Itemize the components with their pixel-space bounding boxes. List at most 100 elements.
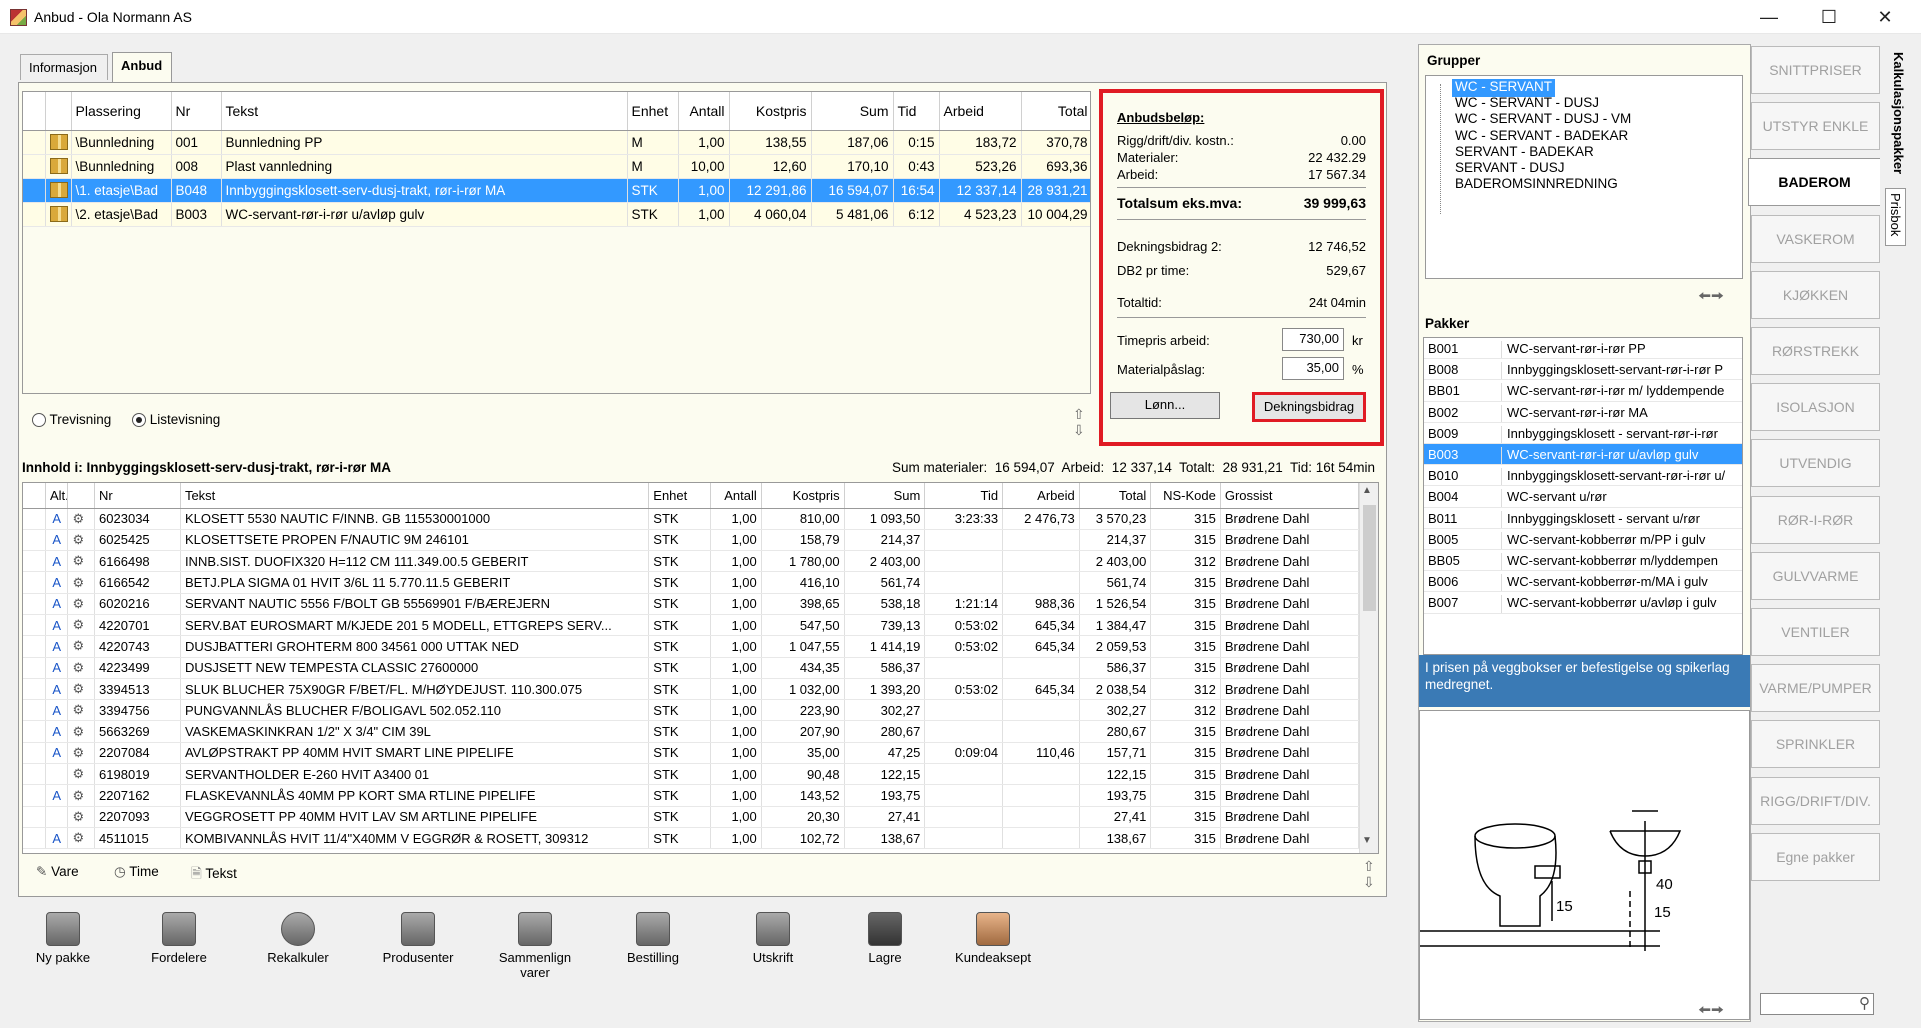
row-handle[interactable] [23,806,46,828]
content-row[interactable]: A ⚙ 6025425 KLOSETTSETE PROPEN F/NAUTIC 9M … [23,529,1360,552]
content-row[interactable]: A ⚙ 6166498 INNB.SIST. DUOFIX320 H=112 CM 1… [23,550,1360,573]
pakke-row[interactable]: B008 Innbyggingsklosett-servant-rør-i-rør… [1424,359,1742,381]
row-handle[interactable] [23,202,46,227]
col-header[interactable]: Sum [844,483,926,509]
anbud-row[interactable]: \2. etasje\Bad B003 WC-servant-rør-i-rør u… [23,202,1090,227]
category-tab[interactable]: RØRSTREKK [1751,327,1880,375]
col-header[interactable]: NS-Kode [1150,483,1221,509]
pakke-row[interactable]: B006 WC-servant-kobberrør-m/MA i gulv [1424,571,1742,593]
category-tab[interactable]: Egne pakker [1751,832,1880,881]
col-header[interactable]: Plassering [71,92,172,131]
bestilling-button[interactable]: Bestilling [608,912,698,965]
content-row[interactable]: A ⚙ 6020216 SERVANT NAUTIC 5556 F/BOLT GB 5… [23,593,1360,615]
category-tab[interactable]: KJØKKEN [1751,270,1880,319]
category-tab[interactable]: BADEROM [1748,158,1880,207]
row-handle[interactable] [23,720,46,743]
row-handle[interactable] [23,827,46,850]
pakke-row[interactable]: B002 WC-servant-rør-i-rør MA [1424,402,1742,423]
tab-informasjon[interactable]: Informasjon [20,54,108,80]
content-row[interactable]: A ⚙ 3394513 SLUK BLUCHER 75X90GR F/BET/FL. … [23,678,1360,701]
rekalkuler-button[interactable]: Rekalkuler [253,912,343,965]
tab-anbud[interactable]: Anbud [112,52,172,82]
row-handle[interactable] [23,614,46,637]
row-handle[interactable] [23,529,46,552]
col-header[interactable]: Alt. [45,483,69,509]
content-row[interactable]: A ⚙ 4220701 SERV.BAT EUROSMART M/KJEDE 201 … [23,614,1360,637]
col-header[interactable]: Enhet [648,483,711,509]
listevisning-radio[interactable] [132,413,146,428]
category-tab[interactable]: VASKEROM [1751,214,1880,263]
category-tab[interactable]: RIGG/DRIFT/DIV. [1751,776,1880,825]
sammenlign-button[interactable]: Sammenlign varer [490,912,580,980]
col-header[interactable]: Arbeid [1002,483,1080,509]
filter-time[interactable]: ◷ Time [114,864,159,880]
col-header[interactable]: Grossist [1220,483,1360,509]
scroll-down-icon[interactable]: ▼ [1362,835,1372,846]
filter-vare[interactable]: ✎ Vare [36,864,79,880]
category-tab[interactable]: UTVENDIG [1751,439,1880,488]
content-row[interactable]: A ⚙ 2207084 AVLØPSTRAKT PP 40MM HVIT SMART … [23,742,1360,765]
row-handle[interactable] [23,763,46,786]
content-scrollbar[interactable]: ▲ ▼ [1359,483,1378,853]
close-icon[interactable]: ✕ [1857,0,1913,34]
content-row[interactable]: A ⚙ 4220743 DUSJBATTERI GROHTERM 800 34561 … [23,635,1360,658]
col-header[interactable]: Tekst [221,92,628,131]
col-header[interactable]: Total [1021,92,1090,131]
dekningsbidrag-button[interactable]: Dekningsbidrag [1252,392,1366,422]
content-row[interactable]: A ⚙ 6166542 BETJ.PLA SIGMA 01 HVIT 3/6L 11 … [23,571,1360,594]
content-row[interactable]: ⚙ 2207093 VEGGROSETT PP 40MM HVIT LAV SM A… [23,806,1360,828]
category-tab[interactable]: VARME/PUMPER [1751,664,1880,713]
col-header[interactable]: Total [1079,483,1152,509]
row-handle[interactable] [23,178,46,203]
col-header[interactable]: Tekst [180,483,650,509]
anbud-row[interactable]: \Bunnledning 001 Bunnledning PP M 1,00 138,55… [23,130,1090,155]
trevisning-option[interactable]: Trevisning [32,412,111,428]
row-handle[interactable] [23,550,46,573]
move-updown-icon[interactable]: ⇧ ⇩ [1073,406,1085,438]
content-row[interactable]: ⚙ 6198019 SERVANTHOLDER E-260 HVIT A3400 0… [23,763,1360,786]
pakke-row[interactable]: BB01 WC-servant-rør-i-rør m/ lyddempende [1424,380,1742,402]
category-tab[interactable]: UTSTYR ENKLE [1751,102,1880,151]
category-tab[interactable]: SNITTPRISER [1751,46,1880,94]
row-handle[interactable] [23,784,46,807]
col-header[interactable]: Antall [710,483,762,509]
trevisning-radio[interactable] [32,413,46,428]
search-input[interactable] [1760,993,1874,1015]
scroll-thumb[interactable] [1363,505,1376,611]
row-handle[interactable] [23,571,46,594]
col-header[interactable]: Kostpris [729,92,812,131]
pakke-row[interactable]: B010 Innbyggingsklosett-servant-rør-i-rør… [1424,465,1742,487]
col-header[interactable]: Tid [924,483,1004,509]
content-row[interactable]: A ⚙ 6023034 KLOSETT 5530 NAUTIC F/INNB. GB … [23,508,1360,530]
listevisning-option[interactable]: Listevisning [132,412,220,428]
row-handle[interactable] [23,508,46,530]
pakke-row[interactable]: B004 WC-servant u/rør [1424,486,1742,508]
filter-tekst[interactable]: 🗎 Tekst [191,864,237,887]
row-handle[interactable] [23,154,46,179]
category-tab[interactable]: GULVVARME [1751,551,1880,600]
row-handle[interactable] [23,657,46,679]
ny-pakke-button[interactable]: Ny pakke [18,912,108,965]
content-row[interactable]: A ⚙ 5663269 VASKEMASKINKRAN 1/2" X 3/4" CIM… [23,720,1360,743]
maximize-icon[interactable]: ☐ [1801,0,1857,34]
content-row[interactable]: A ⚙ 2207162 FLASKEVANNLÅS 40MM PP KORT SMA … [23,784,1360,807]
content-row[interactable]: A ⚙ 4223499 DUSJSETT NEW TEMPESTA CLASSIC 2… [23,657,1360,679]
category-tab[interactable]: VENTILER [1751,608,1880,656]
category-tab[interactable]: SPRINKLER [1751,720,1880,769]
col-header[interactable]: Enhet [627,92,679,131]
materialpaslag-input[interactable]: 35,00 [1282,357,1344,380]
row-handle[interactable] [23,593,46,615]
tab-kalkulasjonspakker[interactable]: Kalkulasjonspakker [1889,48,1908,179]
anbud-row[interactable]: \Bunnledning 008 Plast vannledning M 10,00 12… [23,154,1090,179]
scroll-up-icon[interactable]: ▲ [1362,485,1372,496]
category-tab[interactable]: ISOLASJON [1751,383,1880,432]
col-header[interactable]: Antall [678,92,730,131]
pakke-row[interactable]: B007 WC-servant-kobberrør u/avløp i gulv [1424,592,1742,614]
col-header[interactable]: Tid [893,92,940,131]
pakke-row[interactable]: B009 Innbyggingsklosett - servant-rør-i-r… [1424,423,1742,444]
grupper-item[interactable]: BADEROMSINNREDNING [1452,176,1621,194]
col-header[interactable]: Nr [94,483,181,509]
pakke-row[interactable]: B003 WC-servant-rør-i-rør u/avløp gulv [1424,444,1742,466]
content-row[interactable]: A ⚙ 3394756 PUNGVANNLÅS BLUCHER F/BOLIGAVL … [23,699,1360,722]
timepris-input[interactable]: 730,00 [1282,328,1344,351]
